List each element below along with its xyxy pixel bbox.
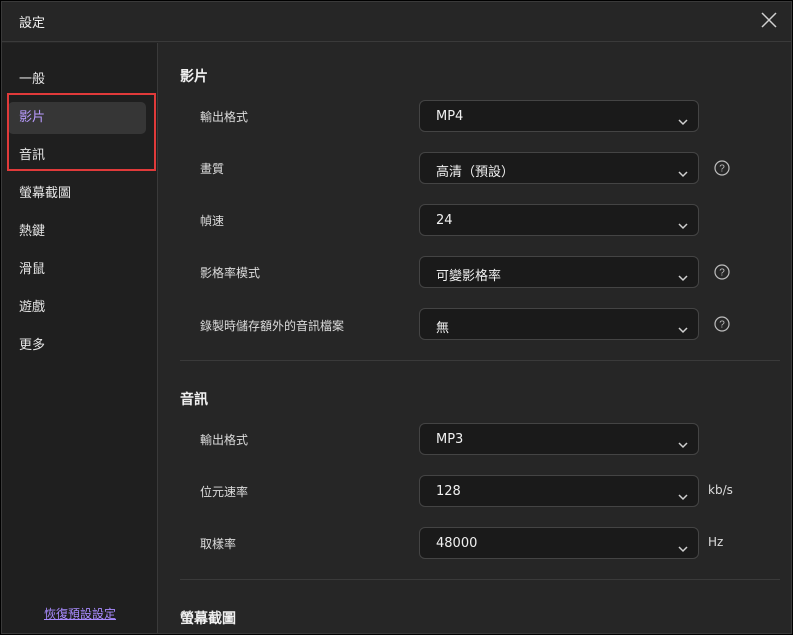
- audio-section-title: 音訊: [180, 392, 208, 408]
- sidebar-item-mouse[interactable]: 滑鼠: [8, 254, 146, 286]
- settings-content: 影片 輸出格式 MP4 畫質 高清（預設） ? 幀速 24 影格率模式 可變影格…: [159, 43, 791, 633]
- chevron-down-icon: [678, 435, 688, 449]
- chevron-down-icon: [678, 112, 688, 126]
- sidebar-item-audio[interactable]: 音訊: [8, 140, 146, 172]
- video-framerate-mode-select[interactable]: 可變影格率: [419, 256, 699, 288]
- video-framerate-select[interactable]: 24: [419, 204, 699, 236]
- svg-text:?: ?: [719, 320, 725, 331]
- sidebar-item-video[interactable]: 影片: [8, 102, 146, 134]
- chevron-down-icon: [678, 539, 688, 553]
- select-value: 無: [436, 321, 450, 336]
- window-title: 設定: [19, 16, 46, 31]
- svg-text:?: ?: [719, 268, 725, 279]
- close-icon[interactable]: [759, 10, 779, 30]
- chevron-down-icon: [678, 487, 688, 501]
- audio-samplerate-label: 取樣率: [200, 537, 237, 551]
- sidebar-item-more[interactable]: 更多: [8, 330, 146, 362]
- video-extra-audio-label: 錄製時儲存額外的音訊檔案: [200, 319, 345, 333]
- select-value: 可變影格率: [436, 269, 502, 284]
- restore-defaults-link[interactable]: 恢復預設設定: [2, 605, 158, 622]
- audio-bitrate-label: 位元速率: [200, 485, 249, 499]
- chevron-down-icon: [678, 320, 688, 334]
- sidebar-item-screenshot[interactable]: 螢幕截圖: [8, 178, 146, 210]
- sidebar-item-general[interactable]: 一般: [8, 64, 146, 96]
- bitrate-unit: kb/s: [708, 483, 733, 497]
- select-value: 128: [436, 484, 461, 499]
- sidebar-item-hotkeys[interactable]: 熱鍵: [8, 216, 146, 248]
- video-output-format-select[interactable]: MP4: [419, 100, 699, 132]
- help-icon[interactable]: ?: [714, 160, 730, 176]
- chevron-down-icon: [678, 216, 688, 230]
- help-icon[interactable]: ?: [714, 316, 730, 332]
- audio-samplerate-select[interactable]: 48000: [419, 527, 699, 559]
- select-value: MP4: [436, 109, 464, 124]
- video-output-format-label: 輸出格式: [200, 110, 249, 124]
- video-quality-select[interactable]: 高清（預設）: [419, 152, 699, 184]
- audio-bitrate-select[interactable]: 128: [419, 475, 699, 507]
- audio-output-format-select[interactable]: MP3: [419, 423, 699, 455]
- chevron-down-icon: [678, 164, 688, 178]
- video-extra-audio-select[interactable]: 無: [419, 308, 699, 340]
- video-framerate-mode-label: 影格率模式: [200, 266, 261, 280]
- sidebar: 一般 影片 音訊 螢幕截圖 熱鍵 滑鼠 遊戲 更多 恢復預設設定: [2, 43, 158, 633]
- title-bar: 設定: [2, 2, 791, 42]
- select-value: 高清（預設）: [436, 165, 515, 180]
- section-divider: [180, 360, 780, 361]
- video-framerate-label: 幀速: [200, 214, 225, 228]
- settings-window: 設定 一般 影片 音訊 螢幕截圖 熱鍵 滑鼠 遊戲 更多 恢復預設設定 影片 輸…: [1, 1, 792, 634]
- sidebar-item-game[interactable]: 遊戲: [8, 292, 146, 324]
- select-value: 48000: [436, 536, 478, 551]
- audio-output-format-label: 輸出格式: [200, 433, 249, 447]
- chevron-down-icon: [678, 268, 688, 282]
- samplerate-unit: Hz: [708, 535, 724, 549]
- select-value: MP3: [436, 432, 464, 447]
- video-section-title: 影片: [180, 69, 208, 85]
- section-divider: [180, 579, 780, 580]
- select-value: 24: [436, 213, 453, 228]
- video-quality-label: 畫質: [200, 162, 225, 176]
- svg-text:?: ?: [719, 164, 725, 175]
- help-icon[interactable]: ?: [714, 264, 730, 280]
- screenshot-section-title: 螢幕截圖: [180, 611, 236, 627]
